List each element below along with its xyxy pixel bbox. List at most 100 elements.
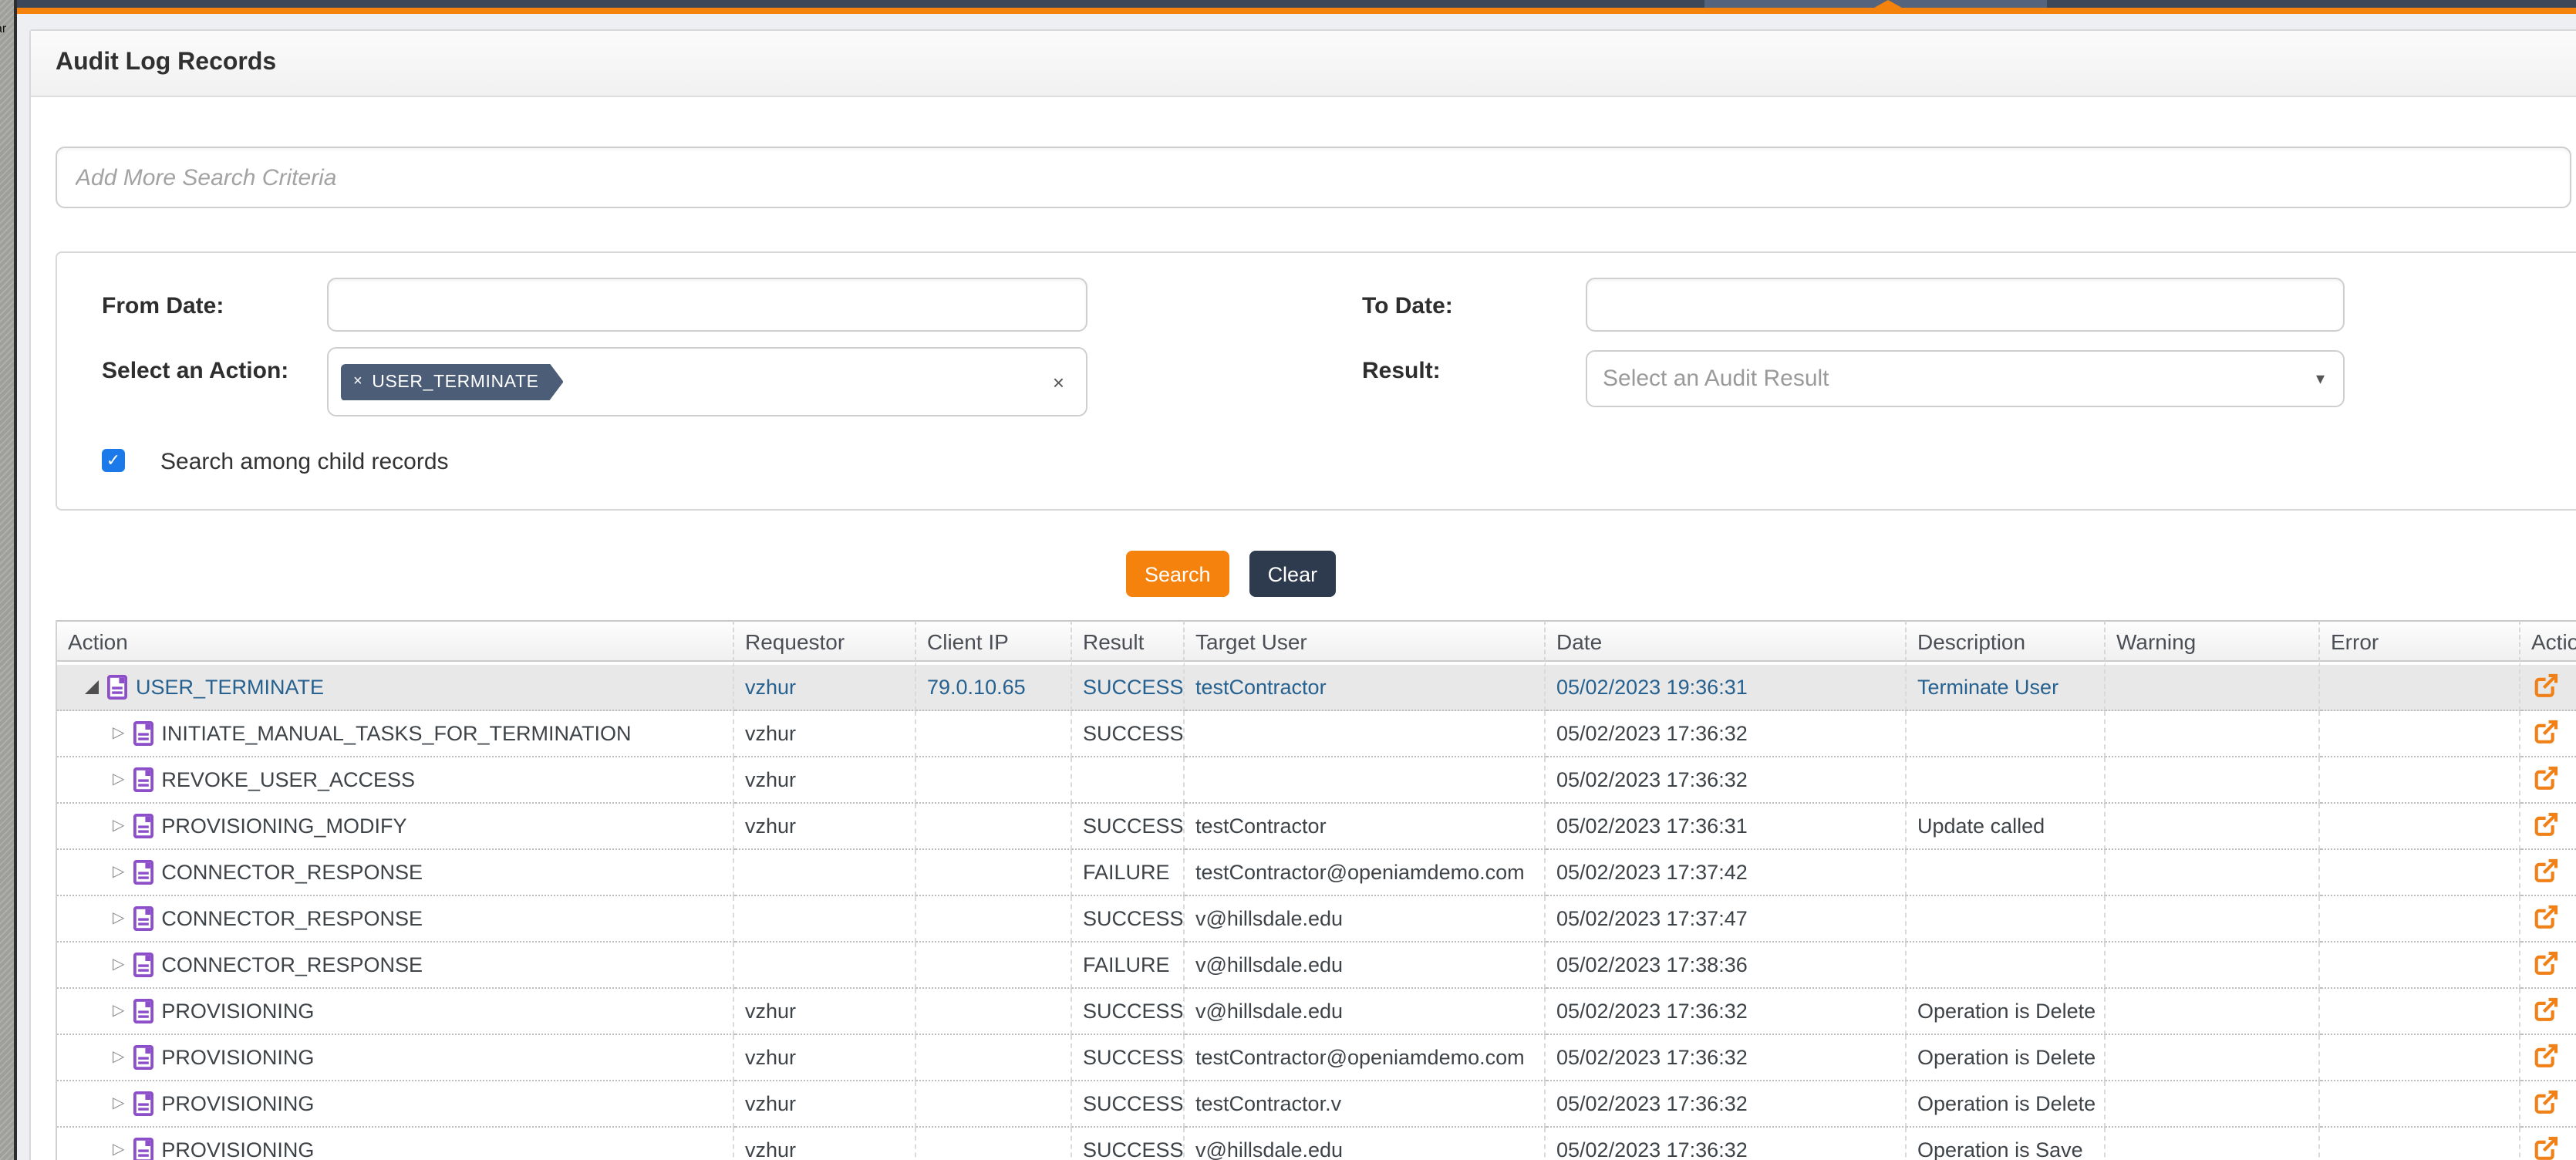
- tree-indent: [68, 1103, 105, 1104]
- cell-actions: [2520, 1081, 2576, 1128]
- cell-description: [1907, 896, 2106, 942]
- action-link[interactable]: CONNECTOR_RESPONSE: [161, 953, 423, 976]
- action-link[interactable]: INITIATE_MANUAL_TASKS_FOR_TERMINATION: [161, 722, 631, 745]
- clear-field-icon[interactable]: ×: [1053, 370, 1064, 393]
- cell-requestor: vzhur: [734, 757, 916, 804]
- action-link[interactable]: PROVISIONING: [161, 1046, 314, 1069]
- action-link[interactable]: PROVISIONING: [161, 1092, 314, 1115]
- audit-record-icon: [132, 767, 153, 793]
- select-action-label: Select an Action:: [102, 358, 288, 384]
- action-link[interactable]: CONNECTOR_RESPONSE: [161, 861, 423, 884]
- expand-toggle-icon[interactable]: ▷: [113, 772, 124, 787]
- to-date-label: To Date:: [1362, 293, 1453, 319]
- cell-actions: [2520, 896, 2576, 942]
- cell-actions: [2520, 850, 2576, 896]
- cell-target-user: v@hillsdale.edu: [1185, 989, 1546, 1035]
- open-record-icon[interactable]: [2533, 672, 2559, 703]
- expand-toggle-icon[interactable]: ▷: [113, 726, 124, 741]
- cell-action: ▷ PROVISIONING: [57, 1128, 734, 1160]
- expand-toggle-icon[interactable]: ▷: [113, 865, 124, 880]
- cell-target-user: [1185, 711, 1546, 757]
- tree-indent: [68, 1010, 105, 1012]
- cell-description: [1907, 711, 2106, 757]
- cell-target-user: v@hillsdale.edu: [1185, 942, 1546, 989]
- expand-toggle-icon[interactable]: ▷: [113, 1096, 124, 1111]
- table-row[interactable]: ▷ INITIATE_MANUAL_TASKS_FOR_TERMINATION …: [57, 711, 2576, 757]
- cell-description: [1907, 757, 2106, 804]
- table-row[interactable]: USER_TERMINATE vzhur 79.0.10.65 SUCCESS …: [57, 662, 2576, 711]
- table-row[interactable]: ▷ PROVISIONING vzhur SUCCESS testContrac…: [57, 1035, 2576, 1081]
- remove-tag-icon[interactable]: ×: [353, 373, 362, 390]
- background-window-text: ar: [0, 22, 6, 35]
- open-record-icon[interactable]: [2533, 903, 2559, 934]
- cell-error: [2320, 711, 2520, 757]
- to-date-input[interactable]: [1586, 278, 2345, 332]
- cell-date: 05/02/2023 17:37:42: [1546, 850, 1907, 896]
- cell-actions: [2520, 942, 2576, 989]
- cell-error: [2320, 1035, 2520, 1081]
- tree-indent: [68, 779, 105, 781]
- expand-toggle-icon[interactable]: ▷: [113, 957, 124, 973]
- cell-warning: [2106, 1128, 2320, 1160]
- cell-requestor: vzhur: [734, 989, 916, 1035]
- table-row[interactable]: ▷ REVOKE_USER_ACCESS vzhur 05/02/2023 17…: [57, 757, 2576, 804]
- table-row[interactable]: ▷ PROVISIONING vzhur SUCCESS v@hillsdale…: [57, 989, 2576, 1035]
- table-row[interactable]: ▷ CONNECTOR_RESPONSE FAILURE v@hillsdale…: [57, 942, 2576, 989]
- open-record-icon[interactable]: [2533, 764, 2559, 795]
- open-record-icon[interactable]: [2533, 1088, 2559, 1119]
- result-select[interactable]: Select an Audit Result ▾: [1586, 350, 2345, 407]
- table-row[interactable]: ▷ PROVISIONING vzhur SUCCESS v@hillsdale…: [57, 1128, 2576, 1160]
- form-actions: Search Clear: [1126, 551, 1336, 597]
- open-record-icon[interactable]: [2533, 1042, 2559, 1073]
- cell-action: ▷ REVOKE_USER_ACCESS: [57, 757, 734, 804]
- search-button[interactable]: Search: [1126, 551, 1229, 597]
- expand-toggle-icon[interactable]: ▷: [113, 1142, 124, 1158]
- cell-actions: [2520, 1128, 2576, 1160]
- action-link[interactable]: REVOKE_USER_ACCESS: [161, 768, 415, 791]
- column-header-actions: Actions: [2520, 620, 2576, 662]
- cell-description: Operation is Delete: [1907, 1035, 2106, 1081]
- child-records-checkbox[interactable]: ✓: [102, 449, 125, 472]
- action-link[interactable]: PROVISIONING_MODIFY: [161, 814, 406, 838]
- open-record-icon[interactable]: [2533, 1135, 2559, 1160]
- expand-toggle-icon[interactable]: [85, 680, 99, 694]
- cell-client-ip: [916, 757, 1072, 804]
- screen: ar Audit Log Records From Date: To Date:…: [0, 0, 2576, 1160]
- cell-action: ▷ CONNECTOR_RESPONSE: [57, 942, 734, 989]
- open-record-icon[interactable]: [2533, 996, 2559, 1027]
- action-multiselect[interactable]: × USER_TERMINATE ×: [327, 347, 1087, 416]
- open-record-icon[interactable]: [2533, 718, 2559, 749]
- action-link[interactable]: USER_TERMINATE: [136, 676, 324, 699]
- expand-toggle-icon[interactable]: ▷: [113, 1003, 124, 1019]
- expand-toggle-icon[interactable]: ▷: [113, 818, 124, 834]
- table-row[interactable]: ▷ PROVISIONING_MODIFY vzhur SUCCESS test…: [57, 804, 2576, 850]
- expand-toggle-icon[interactable]: ▷: [113, 1050, 124, 1065]
- table-row[interactable]: ▷ CONNECTOR_RESPONSE SUCCESS v@hillsdale…: [57, 896, 2576, 942]
- cell-requestor: vzhur: [734, 1128, 916, 1160]
- cell-client-ip: [916, 804, 1072, 850]
- cell-warning: [2106, 1035, 2320, 1081]
- open-record-icon[interactable]: [2533, 811, 2559, 841]
- action-link[interactable]: PROVISIONING: [161, 1138, 314, 1160]
- expand-toggle-icon[interactable]: ▷: [113, 911, 124, 926]
- cell-warning: [2106, 804, 2320, 850]
- action-link[interactable]: PROVISIONING: [161, 1000, 314, 1023]
- open-record-icon[interactable]: [2533, 857, 2559, 888]
- open-record-icon[interactable]: [2533, 949, 2559, 980]
- cell-actions: [2520, 989, 2576, 1035]
- add-search-criteria-input[interactable]: [56, 147, 2571, 208]
- cell-description: Terminate User: [1907, 662, 2106, 711]
- cell-action: ▷ CONNECTOR_RESPONSE: [57, 896, 734, 942]
- from-date-input[interactable]: [327, 278, 1087, 332]
- cell-actions: [2520, 662, 2576, 711]
- cell-warning: [2106, 757, 2320, 804]
- cell-target-user: testContractor@openiamdemo.com: [1185, 1035, 1546, 1081]
- cell-target-user: testContractor@openiamdemo.com: [1185, 850, 1546, 896]
- action-link[interactable]: CONNECTOR_RESPONSE: [161, 907, 423, 930]
- audit-record-icon: [132, 905, 153, 932]
- clear-button[interactable]: Clear: [1249, 551, 1337, 597]
- table-row[interactable]: ▷ PROVISIONING vzhur SUCCESS testContrac…: [57, 1081, 2576, 1128]
- table-row[interactable]: ▷ CONNECTOR_RESPONSE FAILURE testContrac…: [57, 850, 2576, 896]
- cell-action: ▷ PROVISIONING_MODIFY: [57, 804, 734, 850]
- cell-warning: [2106, 989, 2320, 1035]
